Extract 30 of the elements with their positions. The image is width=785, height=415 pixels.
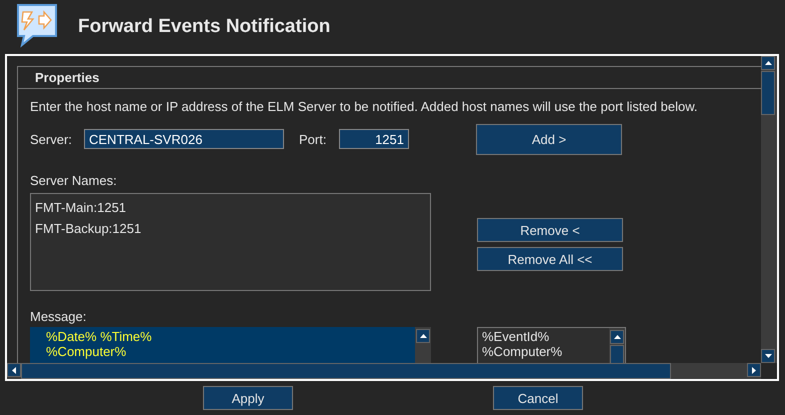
- window-title: Forward Events Notification: [78, 16, 330, 38]
- server-list[interactable]: FMT-Main:1251 FMT-Backup:1251: [30, 193, 431, 291]
- scroll-up-icon[interactable]: [416, 329, 430, 343]
- server-list-item[interactable]: FMT-Backup:1251: [35, 218, 426, 239]
- cancel-button[interactable]: Cancel: [493, 386, 583, 410]
- scroll-down-icon[interactable]: [761, 349, 775, 363]
- scroll-right-icon[interactable]: [747, 363, 761, 377]
- scroll-left-icon[interactable]: [7, 363, 21, 377]
- message-label: Message:: [30, 309, 88, 324]
- scrollbar-thumb[interactable]: [21, 363, 671, 379]
- remove-button[interactable]: Remove <: [477, 218, 623, 242]
- token-list[interactable]: %EventId% %Computer%: [477, 327, 626, 363]
- server-list-item[interactable]: FMT-Main:1251: [35, 197, 426, 218]
- token-item[interactable]: %Computer%: [482, 344, 609, 359]
- remove-all-button[interactable]: Remove All <<: [477, 247, 623, 271]
- token-item[interactable]: %EventId%: [482, 329, 609, 344]
- scrollbar-thumb[interactable]: [761, 71, 775, 115]
- message-line: %Computer%: [46, 344, 128, 359]
- scroll-up-icon[interactable]: [761, 56, 775, 70]
- message-line: %Date% %Time%: [46, 329, 153, 344]
- port-label: Port:: [299, 132, 328, 146]
- server-field[interactable]: CENTRAL-SVR026: [84, 129, 284, 149]
- add-button[interactable]: Add >: [476, 124, 622, 154]
- message-field[interactable]: %Date% %Time% %Computer%: [30, 327, 431, 363]
- scroll-up-icon[interactable]: [610, 330, 624, 344]
- apply-button[interactable]: Apply: [203, 386, 293, 410]
- instructions-text: Enter the host name or IP address of the ELM Server to be notified. Added host names will use the port listed below.: [30, 99, 698, 114]
- port-field[interactable]: 1251: [339, 129, 409, 149]
- server-names-label: Server Names:: [30, 173, 118, 188]
- server-label: Server:: [30, 132, 73, 146]
